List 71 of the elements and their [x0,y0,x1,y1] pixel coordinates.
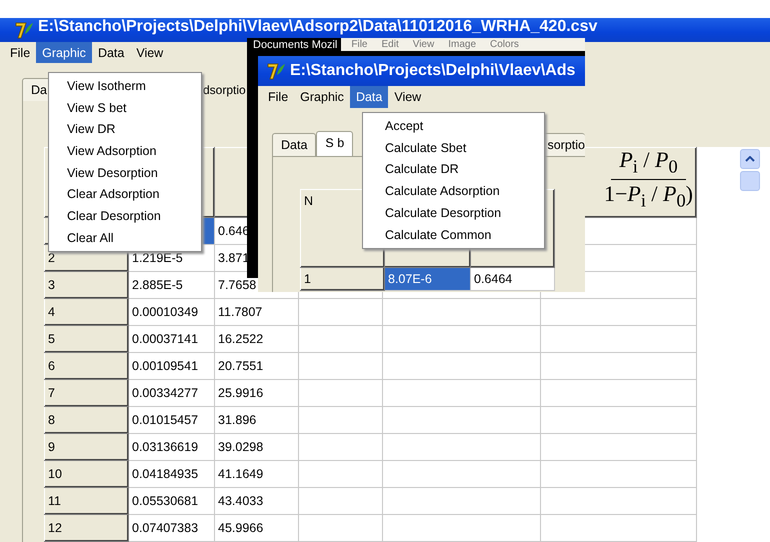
table-cell: 20.7551 [218,359,264,373]
menu-item[interactable]: Data [350,86,388,108]
menu-item[interactable]: Calculate Common [363,224,544,246]
table-cell: 43.4033 [218,494,264,508]
row-number: 2 [48,251,55,265]
table-cell: 0.04184935 [132,467,198,481]
table-cell: 0.00010349 [132,305,198,319]
menu-item[interactable]: Graphic [294,86,350,108]
table-cell: 31.896 [218,413,256,427]
tab[interactable]: Data [272,133,316,156]
table-cell: 16.2522 [218,332,264,346]
row-number: 5 [48,332,55,346]
table-cell: 1.219E-5 [132,251,183,265]
table-cell: 39.0298 [218,440,264,454]
menu-item[interactable]: Edit [381,39,399,50]
table-cell: 0.03136619 [132,440,198,454]
row-number: 11 [48,494,61,508]
scroll-thumb[interactable] [740,171,760,191]
menu-item[interactable]: Clear Desorption [49,205,201,227]
menu-item[interactable]: Graphic [36,42,92,63]
table-cell: 7.7658 [218,278,256,292]
table-cell: 0.00037141 [132,332,198,346]
menu-item[interactable]: View [130,42,170,63]
menu-item[interactable]: Clear All [49,226,201,248]
table-cell: 0.00109541 [132,359,198,373]
window-title: E:\Stancho\Projects\Delphi\Vlaev\Adsorp2\Data\11012016_WRHA_420.csv [38,18,598,36]
formula: P$_{i}$ / P$_{0}$ 1−P$_{i}$ / P$_{0}$) [604,148,693,210]
menu-item[interactable]: Image [448,39,476,50]
menu-item[interactable]: View [388,86,428,108]
row-number: 12 [48,521,62,535]
table-cell: 41.1649 [218,467,264,481]
window-title: E:\Stancho\Projects\Delphi\Vlaev\Ads [290,62,576,80]
menu-item[interactable]: Clear Adsorption [49,183,201,206]
menu-item[interactable]: View Adsorption [49,140,201,162]
table-cell: 0.00334277 [132,386,198,400]
table-cell: 2.885E-5 [132,278,183,292]
table-cell: 45.9966 [218,521,264,535]
menu-item[interactable]: Calculate Desorption [363,202,544,224]
table-cell: 25.9916 [218,386,264,400]
row-number: 7 [48,386,55,400]
table-cell: 0.05530681 [132,494,198,508]
row-number: 9 [48,440,55,454]
tab[interactable]: S b [316,131,354,156]
app-logo-icon [266,61,286,81]
scroll-up-button[interactable] [740,149,760,169]
row-number: 10 [48,467,62,481]
row-number: 4 [48,305,55,319]
table-cell[interactable]: 8.07E-6 [384,268,470,290]
menu-item[interactable]: View DR [49,118,201,140]
row-number: 8 [48,413,55,427]
window-caption: Documents Mozil [252,38,338,50]
menu-item[interactable]: File [4,42,36,63]
row-number: 6 [48,359,55,373]
menu-item[interactable]: View [412,39,434,50]
menu-item[interactable]: File [351,39,368,50]
table-cell[interactable]: 0.6464 [470,268,554,290]
column-header: N [304,194,314,208]
menu-item[interactable]: View Desorption [49,162,201,184]
row-number: 3 [48,278,55,292]
menu-item[interactable]: Calculate Adsorption [363,180,544,202]
app-logo-icon [14,20,34,40]
menu-item[interactable]: File [262,86,294,108]
table-cell: 11.7807 [218,305,262,319]
menu-item[interactable]: Colors [490,39,519,50]
table-cell: 0.01015457 [132,413,198,427]
tab[interactable]: dsorptio [202,79,246,101]
row-number: 1 [304,272,311,286]
table-cell: 0.07407383 [132,521,198,535]
menu-item[interactable]: Calculate DR [363,158,544,180]
caret-up-icon [745,156,755,162]
menu-item[interactable]: Data [92,42,130,63]
